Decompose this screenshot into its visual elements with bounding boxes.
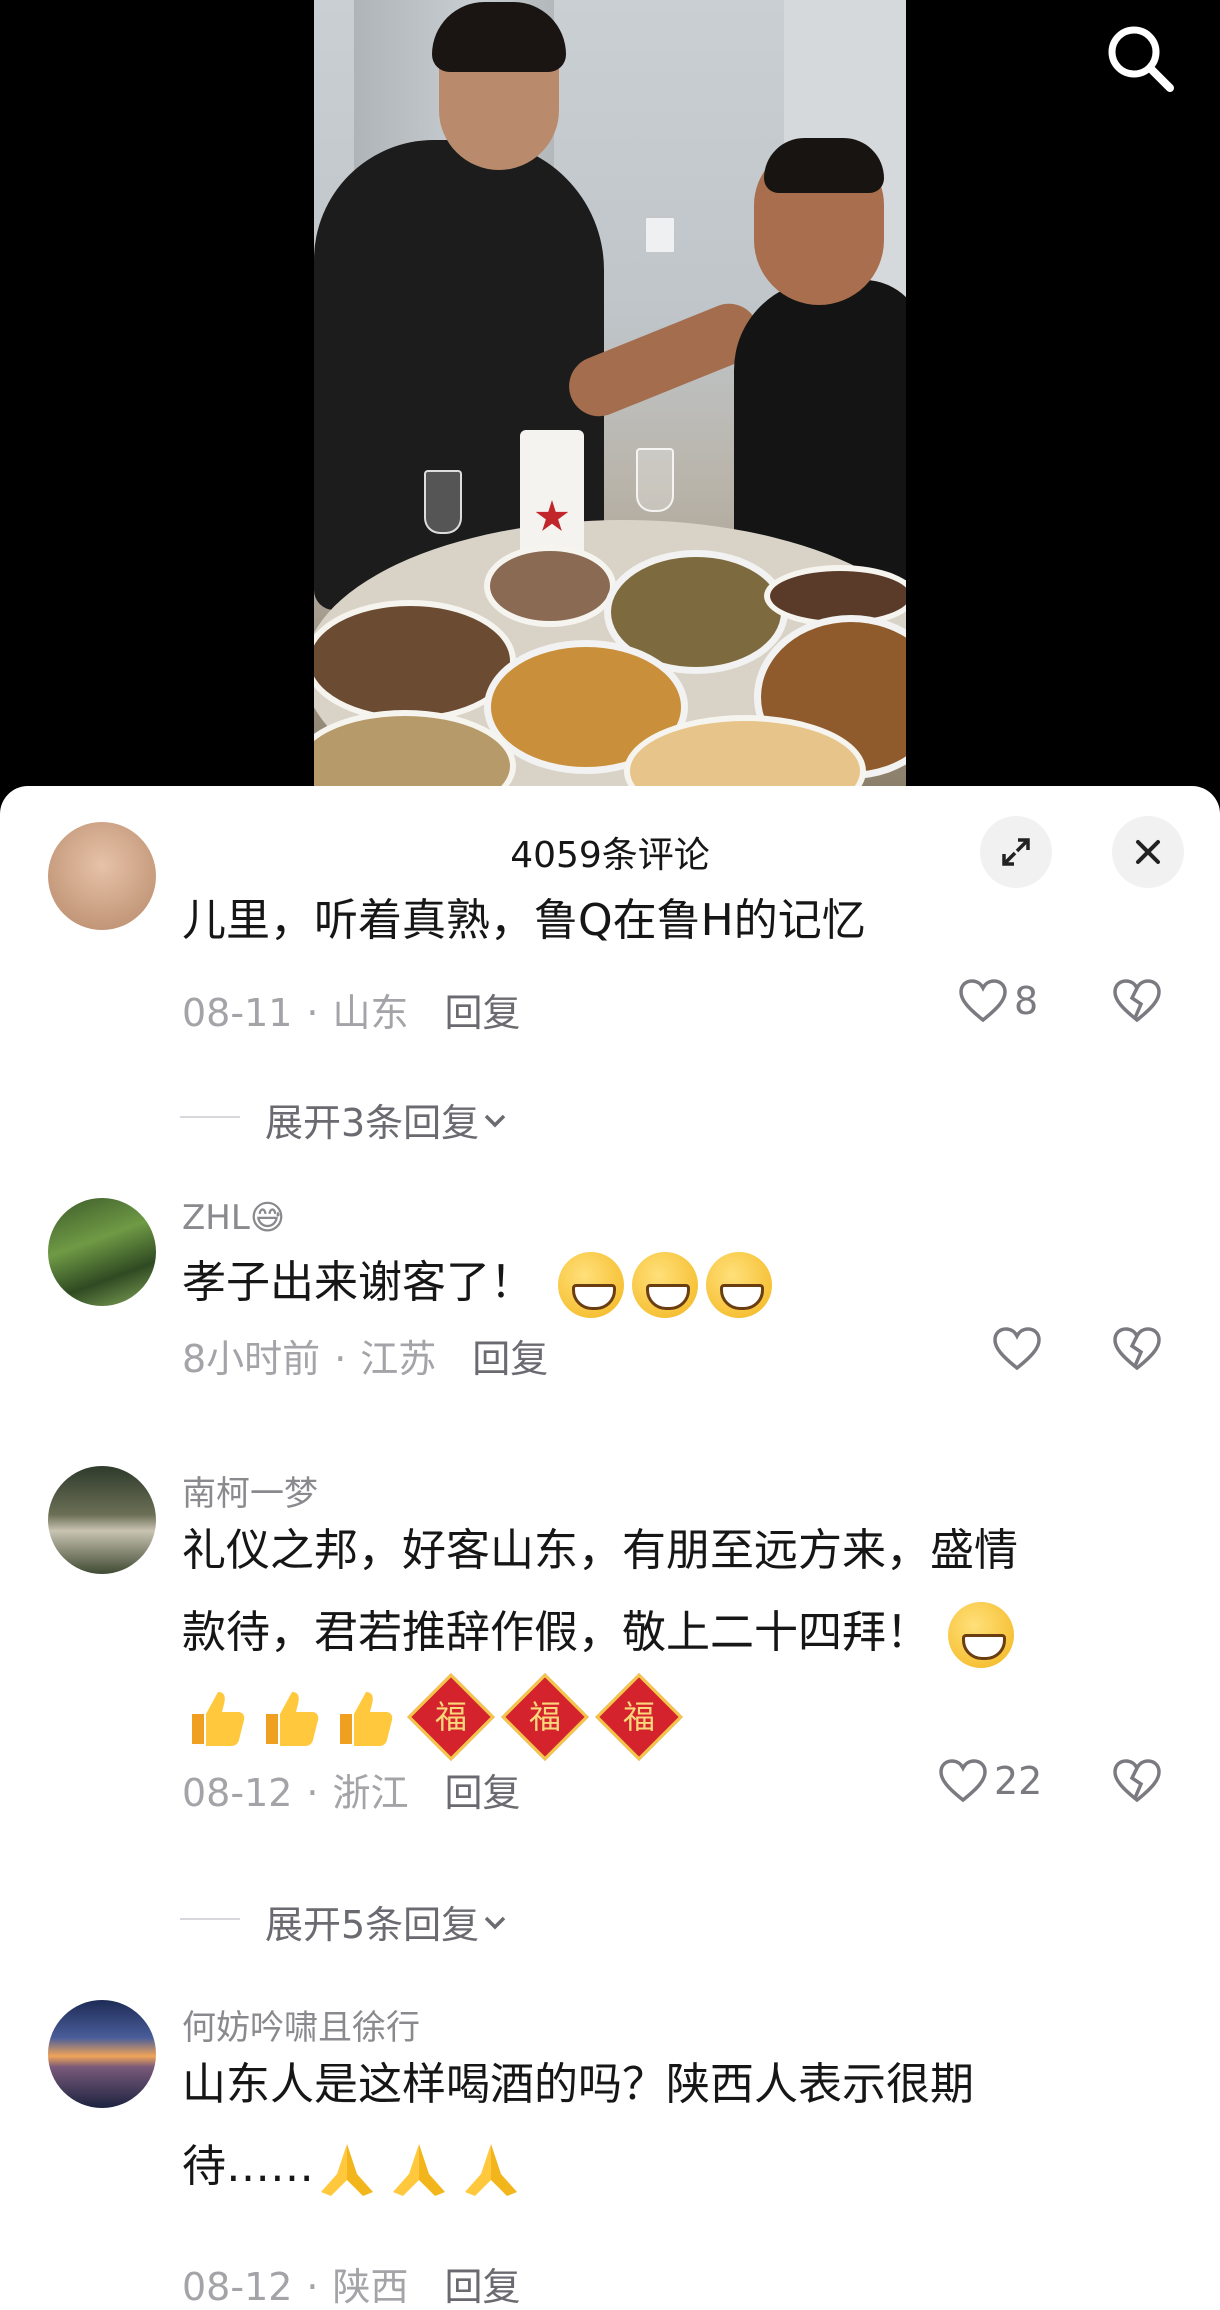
- comment-location: 山东: [332, 991, 409, 1035]
- video-dish: [484, 545, 616, 627]
- comment-text: 儿里，听着真熟，鲁Q在鲁H的记忆: [182, 895, 866, 946]
- close-button[interactable]: [1112, 816, 1184, 888]
- like-count: 8: [1014, 979, 1039, 1023]
- search-icon[interactable]: [1100, 18, 1180, 98]
- comment-text: 礼仪之邦，好客山东，有朋至远方来，盛情 款待，君若推辞作假，敬上二十四拜！ 福福…: [182, 1510, 1182, 1761]
- video-person-right-hair: [764, 138, 884, 193]
- expand-replies-button[interactable]: 展开5条回复: [265, 1894, 511, 1949]
- like-button[interactable]: 8: [958, 978, 1038, 1024]
- broken-heart-icon[interactable]: [1112, 1758, 1162, 1804]
- comment-text-content: 孝子出来谢客了！: [182, 1257, 534, 1308]
- comment-meta: 08-12 · 陕西 回复: [182, 2265, 521, 2309]
- reply-button[interactable]: 回复: [445, 2265, 521, 2309]
- comment-emoji-line: 福福福: [182, 1673, 1182, 1761]
- comment-location: 陕西: [332, 2265, 409, 2309]
- laughing-crying-emoji: [948, 1602, 1014, 1668]
- heart-icon: [959, 979, 1007, 1023]
- comment-item: 何妨吟啸且徐行 山东人是这样喝酒的吗？陕西人表示很期 待…… 08-12 · 陕西回…: [0, 2000, 1220, 2310]
- thumbs-up-emoji: [266, 1692, 319, 1746]
- expand-replies-button[interactable]: 展开3条回复: [265, 1092, 511, 1147]
- comments-sheet: 4059条评论 儿里，听着真熟，鲁Q在鲁H的记忆 08-11 · 山东 回复 8…: [0, 786, 1220, 2310]
- comment-item: ZHL😅 孝子出来谢客了！ 8小时前 · 江苏 回复: [0, 1198, 1220, 1398]
- comment-text-line: 礼仪之邦，好客山东，有朋至远方来，盛情: [182, 1525, 1018, 1576]
- fu-emoji: 福: [407, 1673, 495, 1761]
- heart-icon: [939, 1759, 987, 1803]
- comment-item: 南柯一梦 礼仪之邦，好客山东，有朋至远方来，盛情 款待，君若推辞作假，敬上二十四…: [0, 1466, 1220, 1886]
- comment-text-line: 待……: [182, 2126, 1182, 2208]
- avatar[interactable]: [48, 1198, 156, 1306]
- comment-text: 孝子出来谢客了！: [182, 1242, 1182, 1324]
- grin-emoji: [706, 1252, 772, 1318]
- comment-text-line-content: 款待，君若推辞作假，敬上二十四拜！: [182, 1607, 930, 1658]
- comment-date: 08-12: [182, 1771, 293, 1815]
- chevron-down-icon: [484, 1114, 506, 1127]
- comment-date: 08-12: [182, 2265, 293, 2309]
- comment-location: 江苏: [360, 1337, 437, 1381]
- grin-emoji: [558, 1252, 624, 1318]
- video-wine-glass: [424, 470, 462, 534]
- thumbs-up-emoji: [340, 1692, 393, 1746]
- comment-text-line: 山东人是这样喝酒的吗？陕西人表示很期: [182, 2059, 974, 2110]
- video-wine-glass: [636, 448, 674, 512]
- comment-username[interactable]: 南柯一梦: [182, 1466, 318, 1515]
- reply-button[interactable]: 回复: [472, 1337, 548, 1381]
- heart-icon[interactable]: [992, 1326, 1042, 1372]
- comment-username[interactable]: ZHL😅: [182, 1198, 285, 1238]
- comment-item: 儿里，听着真熟，鲁Q在鲁H的记忆 08-11 · 山东 回复 8: [0, 822, 1220, 1090]
- divider: [180, 1116, 240, 1118]
- comment-username[interactable]: 何妨吟啸且徐行: [182, 2000, 420, 2049]
- expand-replies-label: 展开5条回复: [265, 1903, 480, 1947]
- expand-replies-label: 展开3条回复: [265, 1101, 480, 1145]
- comment-meta: 08-11 · 山东 回复: [182, 991, 521, 1035]
- like-count: 22: [994, 1759, 1043, 1803]
- fu-emoji: 福: [501, 1673, 589, 1761]
- expand-button[interactable]: [980, 816, 1052, 888]
- video-liquor-bottle: [520, 430, 584, 560]
- reply-button[interactable]: 回复: [445, 1771, 521, 1815]
- video-person-left-hair: [432, 2, 566, 72]
- thumbs-up-emoji: [192, 1692, 245, 1746]
- avatar[interactable]: [48, 2000, 156, 2108]
- chevron-down-icon: [484, 1916, 506, 1929]
- comment-date: 08-11: [182, 991, 293, 1035]
- like-button[interactable]: 22: [938, 1758, 1042, 1804]
- expand-icon: [1002, 838, 1030, 866]
- avatar[interactable]: [48, 822, 156, 930]
- video-socket: [644, 216, 676, 254]
- avatar[interactable]: [48, 1466, 156, 1574]
- reply-button[interactable]: 回复: [445, 991, 521, 1035]
- video-frame[interactable]: [314, 0, 906, 786]
- comment-text-line-content: 待……: [182, 2141, 314, 2192]
- comment-meta: 8小时前 · 江苏 回复: [182, 1337, 549, 1381]
- praying-hands-emoji: [393, 2144, 445, 2196]
- broken-heart-icon[interactable]: [1112, 978, 1162, 1024]
- praying-hands-emoji: [465, 2144, 517, 2196]
- divider: [180, 1918, 240, 1920]
- comment-meta: 08-12 · 浙江 回复: [182, 1771, 521, 1815]
- fu-emoji: 福: [595, 1673, 683, 1761]
- broken-heart-icon[interactable]: [1112, 1326, 1162, 1372]
- praying-hands-emoji: [321, 2144, 373, 2196]
- comment-date: 8小时前: [182, 1337, 321, 1381]
- comment-location: 浙江: [332, 1771, 409, 1815]
- comment-text-line: 款待，君若推辞作假，敬上二十四拜！: [182, 1592, 1182, 1674]
- grin-emoji: [632, 1252, 698, 1318]
- video-player[interactable]: [0, 0, 1220, 800]
- close-icon: [1136, 840, 1160, 864]
- comment-text: 山东人是这样喝酒的吗？陕西人表示很期 待……: [182, 2044, 1182, 2208]
